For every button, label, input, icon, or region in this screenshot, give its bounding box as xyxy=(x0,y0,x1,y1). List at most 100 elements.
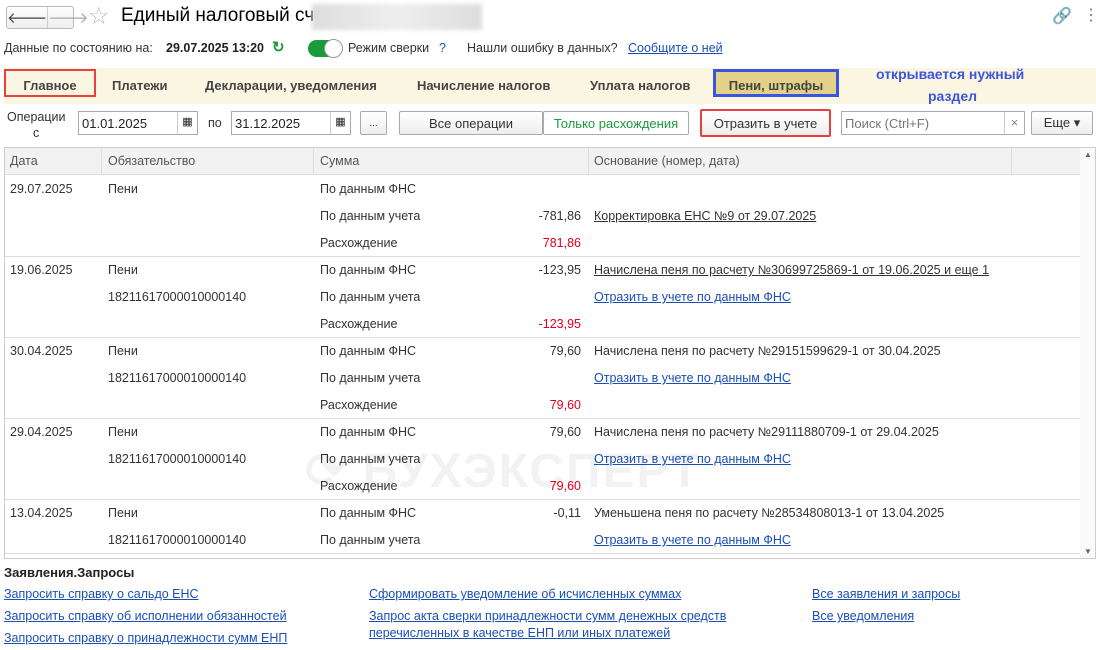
reconciliation-act-link[interactable]: Запрос акта сверки принадлежности сумм д… xyxy=(369,609,726,623)
favorite-star-icon[interactable]: ☆ xyxy=(88,2,110,31)
watermark-logo: ⟳ БУХЭКСПЕРТ xyxy=(305,445,702,498)
basis-link[interactable]: Отразить в учете по данным ФНС xyxy=(594,290,791,304)
only-discrepancies-button[interactable]: Только расхождения xyxy=(543,111,689,135)
line-label: По данным ФНС xyxy=(320,182,417,196)
search-input[interactable] xyxy=(842,112,1002,134)
basis-link[interactable]: Отразить в учете по данным ФНС xyxy=(594,371,791,385)
window-title: Единый налоговый счет xyxy=(121,5,333,26)
row-date: 29.07.2025 xyxy=(10,182,73,196)
date-from-input[interactable]: 01.01.2025 ▦ xyxy=(78,111,198,135)
annotation-line2: раздел xyxy=(928,88,978,104)
report-error-link[interactable]: Сообщите о ней xyxy=(628,41,723,55)
line-label: Расхождение xyxy=(320,236,398,250)
line-amount: -0,11 xyxy=(553,506,581,520)
request-obligations-link[interactable]: Запросить справку об исполнении обязанно… xyxy=(4,609,287,623)
table-scrollbar[interactable]: ▲ ▼ xyxy=(1080,148,1095,558)
tab-declarations[interactable]: Декларации, уведомления xyxy=(205,78,377,93)
reconciliation-act-link-line2[interactable]: перечисленных в качестве ЕНП или иных пл… xyxy=(369,626,670,640)
row-obligation: Пени xyxy=(108,263,138,277)
table-row[interactable]: 29.07.2025 Пени По данным ФНС По данным уче… xyxy=(5,176,1081,257)
row-kbk-code: 18211617000010000140 xyxy=(108,452,247,466)
reconcile-toggle[interactable] xyxy=(308,39,343,58)
request-enp-ownership-link[interactable]: Запросить справку о принадлежности сумм … xyxy=(4,631,287,645)
date-to-input[interactable]: 31.12.2025 ▦ xyxy=(231,111,351,135)
row-kbk-code: 18211617000010000140 xyxy=(108,290,247,304)
line-label: По данным ФНС xyxy=(320,425,417,439)
row-obligation: Пени xyxy=(108,506,138,520)
tab-payments[interactable]: Платежи xyxy=(112,78,167,93)
link-icon[interactable]: 🔗 xyxy=(1052,6,1072,26)
row-obligation: Пени xyxy=(108,425,138,439)
request-ens-balance-link[interactable]: Запросить справку о сальдо ЕНС xyxy=(4,587,199,601)
tab-tax-accrual[interactable]: Начисление налогов xyxy=(417,78,550,93)
back-button[interactable]: 🡐 xyxy=(7,7,47,28)
col-amount[interactable]: Сумма xyxy=(320,154,359,168)
calendar-icon[interactable]: ▦ xyxy=(330,112,350,134)
basis-link[interactable]: Корректировка ЕНС №9 от 29.07.2025 xyxy=(594,209,816,223)
basis-text: Начислена пеня по расчету №29151599629-1… xyxy=(594,344,941,358)
form-notification-link[interactable]: Сформировать уведомление об исчисленных … xyxy=(369,587,681,601)
help-icon[interactable]: ? xyxy=(439,41,446,55)
tab-main[interactable]: Главное xyxy=(4,69,96,97)
line-label: По данным ФНС xyxy=(320,344,417,358)
row-kbk-code: 18211617000010000140 xyxy=(108,533,247,547)
more-menu-icon[interactable]: ⋮ xyxy=(1083,5,1096,25)
col-date[interactable]: Дата xyxy=(10,154,38,168)
search-field[interactable]: × xyxy=(841,111,1025,135)
line-label: Расхождение xyxy=(320,317,398,331)
forward-button[interactable]: 🡒 xyxy=(47,7,88,28)
table-row[interactable]: 19.06.2025 Пени 18211617000010000140 По дан… xyxy=(5,257,1081,338)
line-label: По данным ФНС xyxy=(320,506,417,520)
calendar-icon[interactable]: ▦ xyxy=(177,112,197,134)
line-label: По данным ФНС xyxy=(320,263,417,277)
refresh-icon[interactable]: ↻ xyxy=(272,38,285,56)
table-row[interactable]: 13.04.2025 Пени 18211617000010000140 По дан… xyxy=(5,500,1081,554)
basis-text: Уменьшена пеня по расчету №28534808013-1… xyxy=(594,506,945,520)
requests-title: Заявления.Запросы xyxy=(4,565,135,580)
col-basis[interactable]: Основание (номер, дата) xyxy=(594,154,740,168)
from-label: с xyxy=(33,126,40,140)
row-date: 30.04.2025 xyxy=(10,344,73,358)
more-button[interactable]: Еще ▾ xyxy=(1031,111,1093,135)
col-obligation[interactable]: Обязательство xyxy=(108,154,195,168)
line-amount: -123,95 xyxy=(538,317,581,331)
line-amount: 781,86 xyxy=(542,236,581,250)
tab-penalties[interactable]: Пени, штрафы xyxy=(713,69,839,97)
nav-buttons: 🡐 🡒 xyxy=(6,6,88,29)
line-amount: -123,95 xyxy=(538,263,581,277)
line-label: Расхождение xyxy=(320,398,398,412)
line-label: По данным учета xyxy=(320,209,421,223)
line-amount: 79,60 xyxy=(549,398,581,412)
line-amount: 79,60 xyxy=(549,344,581,358)
to-label: по xyxy=(208,116,222,130)
annotation-line1: открывается нужный xyxy=(876,66,1025,82)
line-label: По данным учета xyxy=(320,533,421,547)
basis-text: Начислена пеня по расчету №29111880709-1… xyxy=(594,425,939,439)
line-label: По данным учета xyxy=(320,290,421,304)
error-question: Нашли ошибку в данных? xyxy=(467,41,618,55)
clear-search-icon[interactable]: × xyxy=(1004,112,1024,134)
basis-link[interactable]: Отразить в учете по данным ФНС xyxy=(594,533,791,547)
all-operations-button[interactable]: Все операции xyxy=(399,111,543,135)
operations-label: Операции xyxy=(7,110,66,124)
line-amount: -781,86 xyxy=(538,209,581,223)
tab-tax-payment[interactable]: Уплата налогов xyxy=(590,78,690,93)
operations-table: Дата Обязательство Сумма Основание (номе… xyxy=(4,147,1096,559)
status-label: Данные по состоянию на: xyxy=(4,41,153,55)
status-datetime: 29.07.2025 13:20 xyxy=(166,41,265,55)
row-date: 29.04.2025 xyxy=(10,425,73,439)
row-date: 19.06.2025 xyxy=(10,263,73,277)
basis-link[interactable]: Начислена пеня по расчету №30699725869-1… xyxy=(594,263,989,277)
all-notifications-link[interactable]: Все уведомления xyxy=(812,609,914,623)
row-obligation: Пени xyxy=(108,344,138,358)
period-select-button[interactable]: ... xyxy=(360,111,387,135)
table-header: Дата Обязательство Сумма Основание (номе… xyxy=(5,148,1081,175)
all-requests-link[interactable]: Все заявления и запросы xyxy=(812,587,960,601)
reflect-in-accounting-button[interactable]: Отразить в учете xyxy=(700,109,831,137)
reconcile-mode-label: Режим сверки xyxy=(348,41,430,55)
row-obligation: Пени xyxy=(108,182,138,196)
line-amount: 79,60 xyxy=(549,425,581,439)
row-kbk-code: 18211617000010000140 xyxy=(108,371,247,385)
table-row[interactable]: 30.04.2025 Пени 18211617000010000140 По дан… xyxy=(5,338,1081,419)
line-label: По данным учета xyxy=(320,371,421,385)
